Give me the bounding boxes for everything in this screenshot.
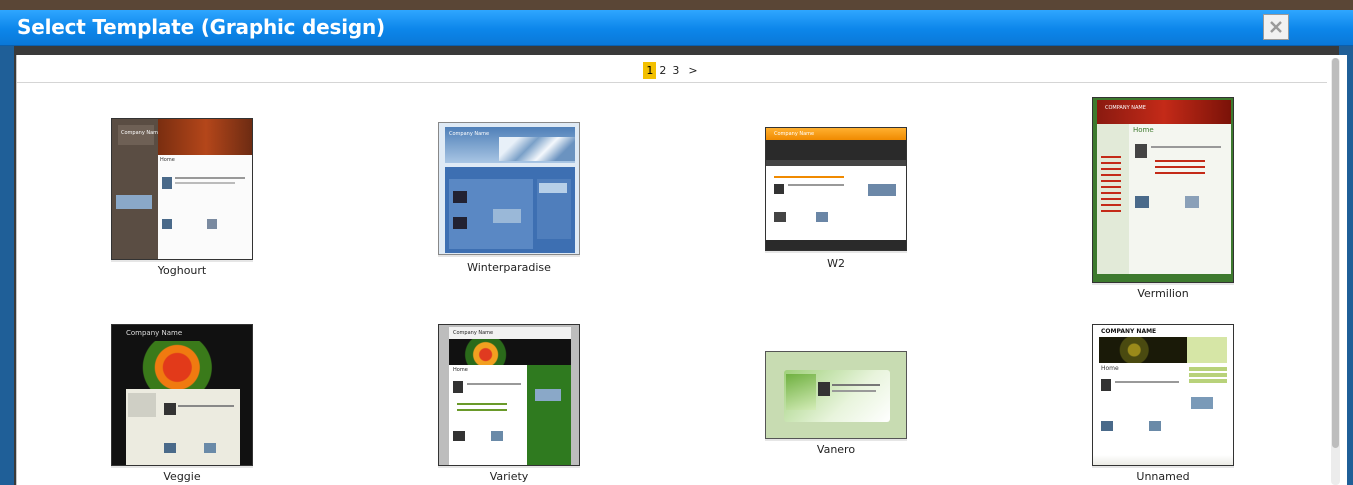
page-1-link[interactable]: 1 (643, 61, 657, 79)
template-thumb-vermilion[interactable]: COMPANY NAME Home (1092, 97, 1234, 283)
template-name-veggie: Veggie (163, 470, 201, 483)
template-name-winterparadise: Winterparadise (467, 261, 551, 274)
template-thumb-yoghourt[interactable]: Company Name Home (111, 118, 253, 260)
template-name-yoghourt: Yoghourt (157, 264, 207, 277)
background-page-left (0, 45, 14, 485)
template-name-vanero: Vanero (816, 443, 856, 456)
template-thumb-vanero[interactable] (765, 351, 907, 439)
dialog-title: Select Template (Graphic design) (17, 15, 385, 39)
template-thumb-veggie[interactable]: Company Name (111, 324, 253, 466)
template-name-variety: Variety (489, 470, 529, 483)
next-page-link[interactable]: > (685, 62, 700, 79)
template-name-w2: W2 (827, 257, 845, 270)
background-page-strip (0, 0, 1353, 10)
template-thumb-w2[interactable]: Company Name (765, 127, 907, 251)
scrollbar-thumb[interactable] (1332, 58, 1339, 448)
page-3-link[interactable]: 3 (669, 62, 682, 79)
page-2-link[interactable]: 2 (656, 62, 669, 79)
close-button[interactable] (1263, 14, 1289, 40)
pagination: 1 2 3 > (17, 60, 1327, 80)
template-name-unnamed: Unnamed (1136, 470, 1190, 483)
pager-divider (17, 82, 1327, 83)
template-thumb-winterparadise[interactable]: Company Name (438, 122, 580, 255)
template-gallery: 1 2 3 > Company Name Home Yoghourt Compa… (16, 55, 1347, 485)
template-name-vermilion: Vermilion (1137, 287, 1189, 300)
template-thumb-unnamed[interactable]: COMPANY NAME Home (1092, 324, 1234, 466)
close-icon (1270, 21, 1282, 33)
vertical-scrollbar[interactable] (1331, 58, 1340, 485)
dialog-titlebar: Select Template (Graphic design) (0, 10, 1353, 46)
template-thumb-variety[interactable]: Company Name Home (438, 324, 580, 466)
